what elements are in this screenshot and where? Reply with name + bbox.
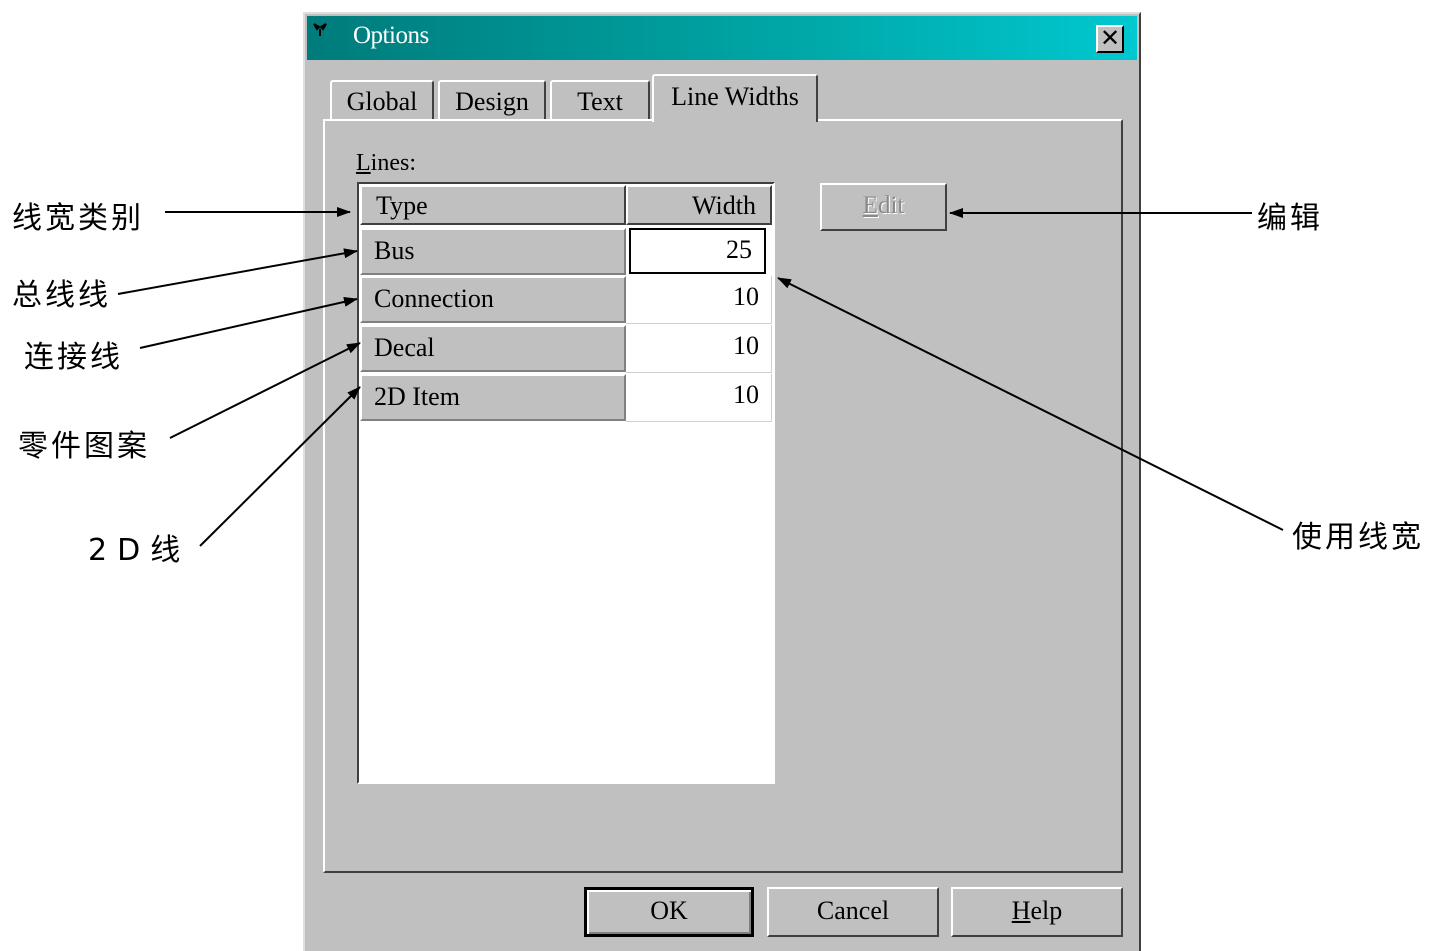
lines-label: Lines: [356,150,416,176]
title-bar[interactable] [307,16,1137,60]
help-button[interactable]: Help [951,887,1123,937]
row-width-2d-item[interactable]: 10 [626,374,772,422]
tab-design[interactable]: Design [438,80,546,120]
annotation-edit: 编辑 [1257,201,1323,236]
tab-line-widths[interactable]: Line Widths [652,74,818,122]
tab-global[interactable]: Global [330,80,434,120]
row-width-bus[interactable]: 25 [629,228,766,274]
row-type-connection[interactable]: Connection [360,276,626,323]
annotation-bus-line: 总线线 [12,278,111,313]
row-width-decal[interactable]: 10 [626,325,772,373]
close-button[interactable]: ✕ [1096,25,1124,53]
app-icon [313,23,327,36]
column-header-type[interactable]: Type [360,185,626,225]
cancel-button[interactable]: Cancel [767,887,939,937]
row-type-bus[interactable]: Bus [360,228,626,275]
row-width-connection[interactable]: 10 [626,276,772,324]
ok-button[interactable]: OK [584,887,754,937]
row-type-2d-item[interactable]: 2D Item [360,374,626,421]
annotation-line-width-type: 线宽类别 [12,201,144,236]
column-header-width[interactable]: Width [626,185,772,225]
row-type-decal[interactable]: Decal [360,325,626,372]
window-title: Options [353,22,429,49]
annotation-connection-line: 连接线 [24,340,123,375]
annotation-2d-line: 2D线 [88,533,184,568]
edit-button[interactable]: Edit [820,183,947,231]
tab-text[interactable]: Text [550,80,650,120]
annotation-used-width: 使用线宽 [1292,520,1424,555]
annotation-part-pattern: 零件图案 [18,429,150,464]
